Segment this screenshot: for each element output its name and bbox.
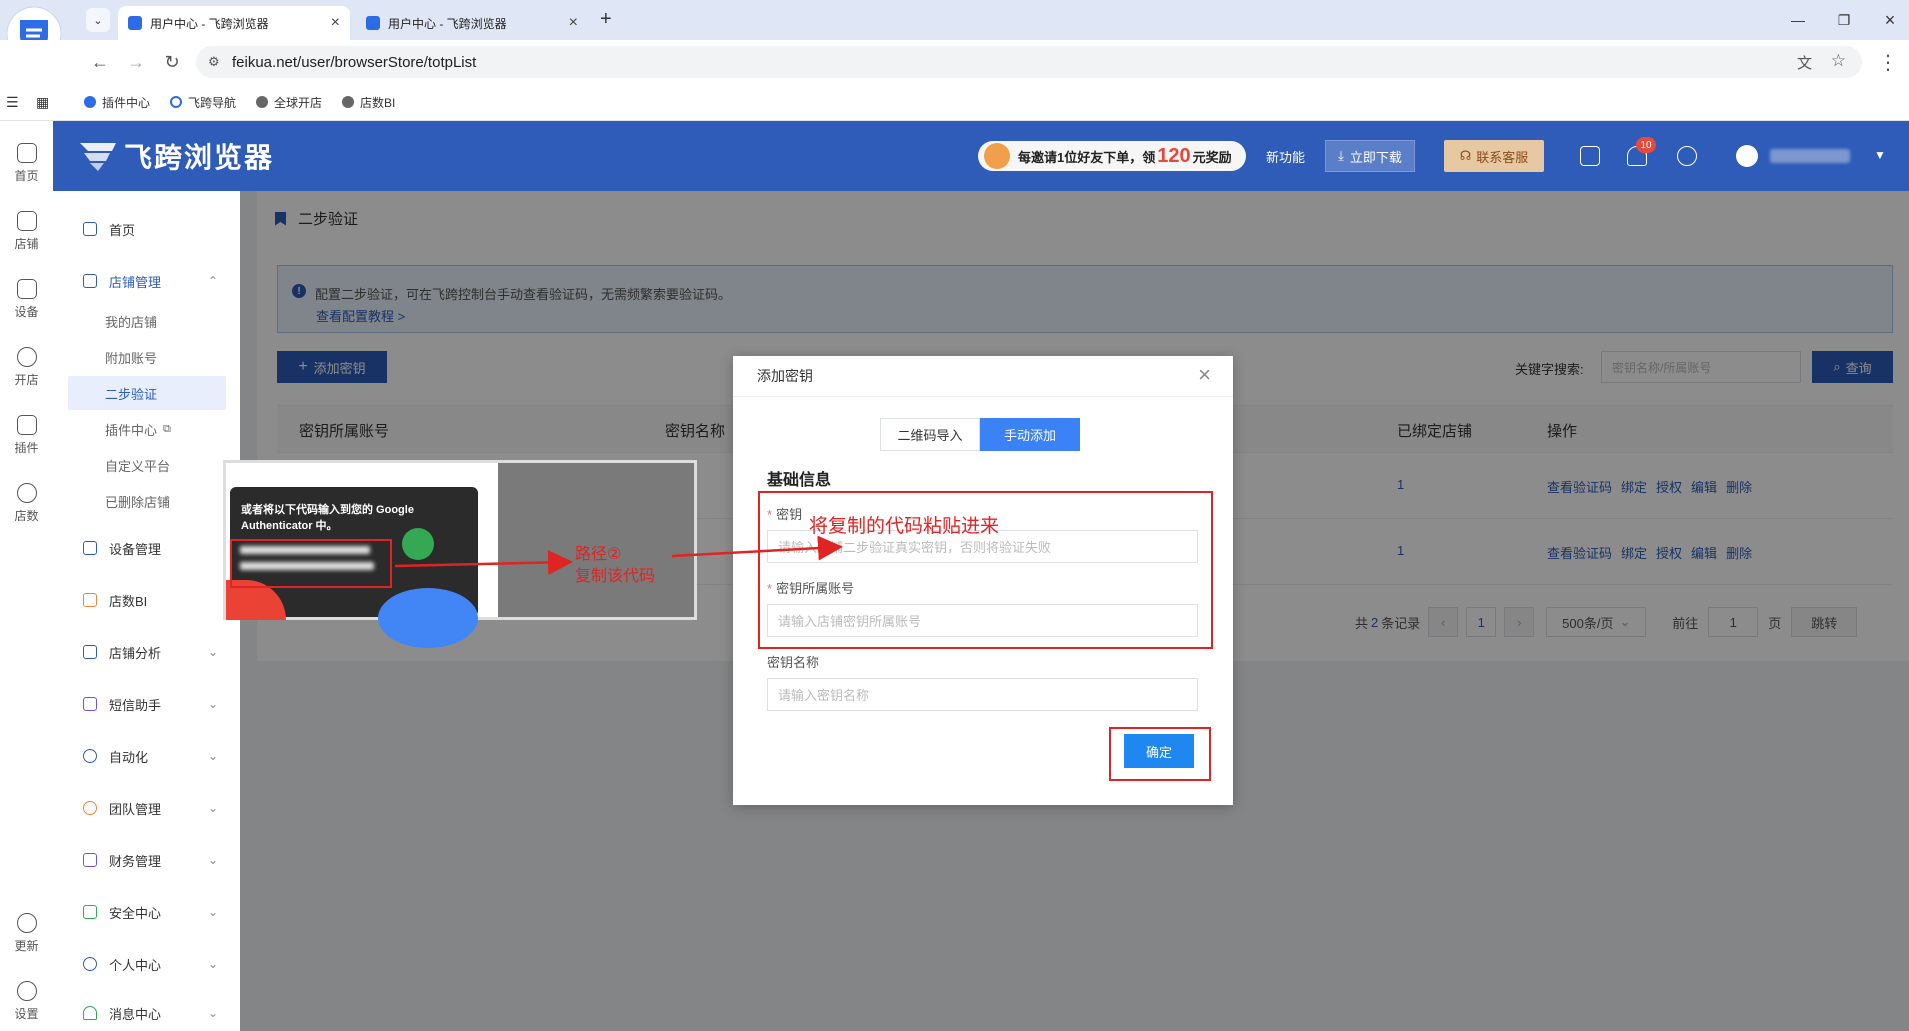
annotation-arrows [394, 535, 843, 575]
arrow-to-key-field [671, 535, 843, 561]
arrow-to-path-label [394, 549, 573, 575]
